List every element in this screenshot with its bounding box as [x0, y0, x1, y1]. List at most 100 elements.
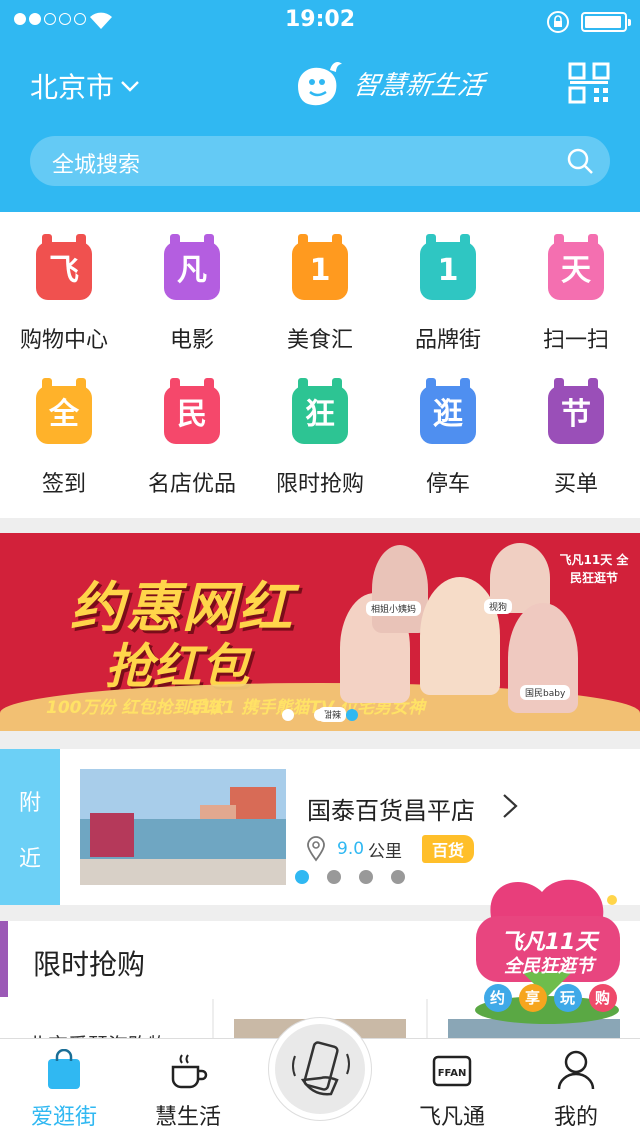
brand-street-icon: 1	[420, 234, 476, 300]
distance-value: 9.0	[337, 839, 365, 859]
category-item[interactable]: 天扫一扫	[512, 212, 640, 353]
category-item[interactable]: 凡电影	[128, 212, 256, 353]
model-tag: 国民baby	[520, 685, 571, 700]
nearby-tab-char: 附	[18, 791, 41, 816]
model-tag: 视狗	[484, 599, 513, 614]
category-glyph: 1	[437, 253, 459, 288]
category-glyph: 1	[309, 253, 331, 288]
city-selector[interactable]: 北京市	[30, 66, 140, 106]
rotation-lock-icon	[547, 11, 569, 33]
banner-model-image	[420, 577, 500, 695]
tab-life[interactable]: 慧生活	[124, 1039, 252, 1136]
shop-name[interactable]: 国泰百货昌平店	[307, 791, 475, 826]
shopping-bag-icon	[48, 1049, 80, 1089]
category-glyph: 逛	[433, 397, 463, 432]
category-glyph: 民	[177, 397, 207, 432]
nearby-tab-char: 近	[18, 847, 41, 872]
category-label: 签到	[41, 472, 86, 497]
nearby-pagination[interactable]	[295, 870, 405, 884]
ffan-card-icon: FFAN	[432, 1055, 472, 1087]
user-icon	[557, 1050, 595, 1090]
category-item[interactable]: 逛停车	[384, 356, 512, 497]
category-label: 电影	[169, 328, 214, 353]
category-label: 美食汇	[286, 328, 353, 353]
coffee-cup-icon	[171, 1054, 208, 1089]
nearby-tab[interactable]: 附 近	[0, 749, 60, 905]
tab-me[interactable]: 我的	[512, 1039, 640, 1136]
nearby-dot[interactable]	[359, 870, 373, 884]
tab-label: 飞凡通	[418, 1105, 485, 1130]
bottom-tab-bar: 爱逛街 慧生活 FFAN 飞凡通 我的	[0, 1017, 640, 1136]
festival-badge: 飞凡11天 全民狂逛节	[559, 553, 629, 585]
category-item[interactable]: 飞购物中心	[0, 212, 128, 353]
floating-promo-badge[interactable]: 飞凡11天 全民狂逛节 约 享 玩 购	[462, 862, 632, 1027]
category-label: 购物中心	[19, 328, 108, 353]
category-label: 买单	[553, 472, 598, 497]
category-glyph: 飞	[49, 253, 79, 288]
logo-text: 智慧新生活	[351, 70, 486, 101]
status-bar: 19:02	[0, 0, 640, 40]
shop-meta: 9.0 公里 百货	[305, 835, 475, 863]
location-pin-icon	[307, 836, 325, 862]
food-icon: 1	[292, 234, 348, 300]
shopping-center-icon: 飞	[36, 234, 92, 300]
promo-chip: 约	[483, 984, 512, 1012]
app-logo: 智慧新生活	[292, 56, 486, 110]
nearby-dot[interactable]	[391, 870, 405, 884]
promo-chip: 玩	[553, 984, 582, 1012]
movie-icon: 凡	[164, 234, 220, 300]
nearby-dot-active[interactable]	[295, 870, 309, 884]
divider	[212, 999, 214, 1039]
model-tag: 相姐小姨妈	[366, 601, 422, 616]
category-item[interactable]: 全签到	[0, 356, 128, 497]
tab-ffan[interactable]: FFAN 飞凡通	[388, 1039, 516, 1136]
flash-sale-title: 限时抢购	[33, 948, 146, 981]
banner-model-image	[372, 545, 428, 633]
category-item[interactable]: 节买单	[512, 356, 640, 497]
banner-pagination[interactable]	[282, 709, 358, 721]
tab-label: 我的	[553, 1105, 598, 1130]
banner-dot[interactable]	[314, 709, 326, 721]
category-label: 停车	[425, 472, 470, 497]
search-bar[interactable]: 全城搜索	[30, 136, 610, 186]
promo-subtitle: 全民狂逛节	[504, 956, 594, 977]
pay-bill-icon: 节	[548, 378, 604, 444]
svg-text:FFAN: FFAN	[438, 1068, 467, 1079]
shop-image[interactable]	[80, 769, 286, 885]
qr-code-icon[interactable]	[568, 62, 610, 104]
chevron-down-icon	[121, 81, 139, 92]
search-icon[interactable]	[566, 147, 594, 175]
checkin-icon: 全	[36, 378, 92, 444]
category-label: 品牌街	[414, 328, 481, 353]
phone-scan-icon	[292, 1041, 350, 1096]
promo-chips: 约 享 玩 购	[480, 984, 620, 1012]
category-glyph: 狂	[305, 397, 335, 432]
tab-shopping[interactable]: 爱逛街	[0, 1039, 128, 1136]
category-item[interactable]: 1 美食汇	[256, 212, 384, 353]
promo-banner[interactable]: 约惠网红 抢红包 100万份 红包抢到手软 1111 携手熊猫TV 位宅男女神 …	[0, 533, 640, 731]
nearby-dot[interactable]	[327, 870, 341, 884]
category-item[interactable]: 狂限时抢购	[256, 356, 384, 497]
divider	[426, 999, 428, 1039]
category-glyph: 节	[561, 397, 591, 432]
category-glyph: 天	[561, 253, 591, 288]
distance-unit: 公里	[368, 841, 403, 862]
center-scan-button[interactable]	[268, 1017, 372, 1121]
category-grid: 飞购物中心凡电影 1 美食汇 1 品牌街天扫一扫全签到民名店优品狂限时抢购逛停车节买单	[0, 212, 640, 518]
category-label: 扫一扫	[542, 328, 609, 353]
banner-dot[interactable]	[282, 709, 294, 721]
famous-store-icon: 民	[164, 378, 220, 444]
battery-icon	[581, 12, 631, 32]
status-time: 19:02	[284, 7, 356, 32]
banner-dot-active[interactable]	[346, 709, 358, 721]
chevron-right-icon[interactable]	[502, 793, 518, 819]
category-item[interactable]: 1 品牌街	[384, 212, 512, 353]
parking-icon: 逛	[420, 378, 476, 444]
header: 19:02 北京市 智慧新生活 全城搜索	[0, 0, 640, 212]
promo-chip: 享	[518, 984, 547, 1012]
category-badge: 百货	[422, 835, 475, 863]
scan-icon: 天	[548, 234, 604, 300]
category-label: 名店优品	[147, 472, 236, 497]
tab-label: 爱逛街	[30, 1105, 97, 1130]
category-item[interactable]: 民名店优品	[128, 356, 256, 497]
